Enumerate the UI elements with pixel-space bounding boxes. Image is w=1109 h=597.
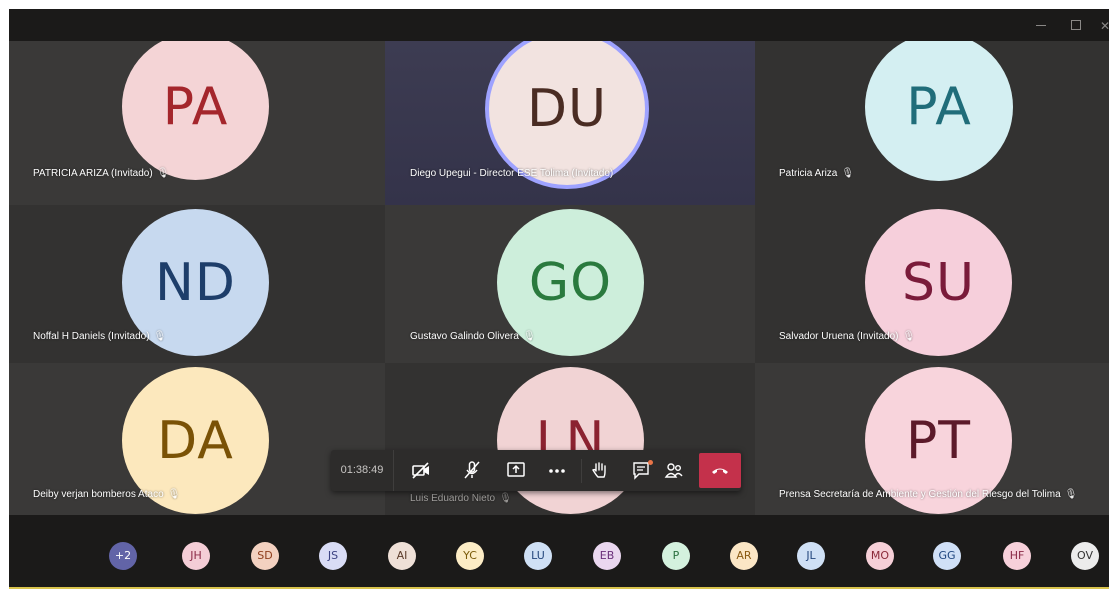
mic-off-icon: 🎙 [499, 493, 512, 504]
participant-name-label: Noffal H Daniels (Invitado) 🎙 [33, 331, 166, 342]
avatar: PA [122, 41, 269, 180]
close-icon[interactable] [1095, 15, 1109, 35]
participants-icon[interactable] [662, 459, 686, 483]
avatar-initials: +2 [114, 549, 132, 562]
avatar-initials: EB [599, 549, 615, 562]
participant-name-label: Deiby verjan bomberos Ataco 🎙 [33, 489, 180, 500]
avatar[interactable]: GG [933, 542, 961, 570]
avatar-initials: MO [870, 549, 890, 562]
avatar-initials: JS [327, 549, 339, 562]
avatar[interactable]: P [662, 542, 690, 570]
avatar[interactable]: YC [456, 542, 484, 570]
avatar-initials: DU [526, 79, 608, 139]
teams-meeting-window: PA PATRICIA ARIZA (Invitado)🎙 DU Diego U… [9, 9, 1109, 587]
participant-name: Deiby verjan bomberos Ataco [33, 489, 164, 500]
avatar-initials: HF [1009, 549, 1025, 562]
participant-name-label: Patricia Ariza 🎙 [779, 168, 854, 179]
overflow-participants-avatar[interactable]: +2 [109, 542, 137, 570]
participant-name: Noffal H Daniels (Invitado) [33, 331, 150, 342]
avatar: PA [865, 41, 1013, 181]
avatar-initials: YC [463, 549, 477, 562]
participant-tile[interactable]: SU Salvador Uruena (Invitado) 🎙 [755, 205, 1109, 363]
participant-name-label: Prensa Secretaría de Ambiente y Gestión … [779, 489, 1077, 500]
more-options-icon[interactable] [545, 459, 569, 483]
participant-tile[interactable]: ND Noffal H Daniels (Invitado) 🎙 [9, 205, 385, 363]
video-grid: PA PATRICIA ARIZA (Invitado) 🎙 DU Diego U… [9, 41, 1109, 515]
avatar-initials: PT [905, 410, 972, 471]
avatar[interactable]: MO [866, 542, 894, 570]
participant-tile[interactable]: PA PATRICIA ARIZA (Invitado) 🎙 [9, 41, 385, 205]
maximize-icon[interactable] [1065, 15, 1085, 35]
participant-tile[interactable]: LN Luis Eduardo Nieto 🎙 [385, 363, 755, 515]
avatar: DU [489, 41, 645, 185]
avatar[interactable]: LU [524, 542, 552, 570]
minimize-icon[interactable] [1031, 15, 1051, 35]
participant-tile[interactable]: PT Prensa Secretaría de Ambiente y Gesti… [755, 363, 1109, 515]
participant-name-label: Luis Eduardo Nieto 🎙 [410, 493, 512, 504]
share-screen-icon[interactable] [504, 459, 528, 483]
participant-name: Prensa Secretaría de Ambiente y Gestión … [779, 489, 1061, 500]
participant-name-label: PATRICIA ARIZA (Invitado) 🎙 [33, 168, 169, 179]
participant-tile[interactable]: DA Deiby verjan bomberos Ataco 🎙 [9, 363, 385, 515]
avatar[interactable]: HF [1003, 542, 1031, 570]
avatar-initials: AI [396, 549, 408, 562]
participant-tile-active[interactable]: DU Diego Upegui - Director ESE Tolima (I… [385, 41, 755, 205]
mic-off-icon: 🎙 [156, 168, 170, 179]
participant-name: Patricia Ariza [779, 168, 838, 179]
meeting-controls-bar: 01:38:49 [331, 450, 741, 491]
avatar-initials: P [672, 549, 680, 562]
participant-name-label: Diego Upegui - Director ESE Tolima (Invi… [410, 168, 613, 179]
avatar-initials: JH [190, 549, 202, 562]
avatar: LN [497, 367, 644, 514]
mic-off-icon: 🎙 [1064, 489, 1078, 500]
avatar[interactable]: JS [319, 542, 347, 570]
avatar-initials: PA [162, 76, 229, 137]
avatar[interactable]: SD [251, 542, 279, 570]
participant-name-label: Gustavo Galindo Olivera 🎙 [410, 331, 536, 342]
avatar-initials: LU [531, 549, 545, 562]
mic-off-icon: 🎙 [153, 331, 167, 342]
avatar-initials: JL [806, 549, 816, 562]
participant-name: Gustavo Galindo Olivera [410, 331, 519, 342]
hang-up-icon [712, 468, 728, 474]
mic-off-icon: 🎙 [522, 331, 536, 342]
participant-name: Salvador Uruena (Invitado) [779, 331, 899, 342]
avatar-initials: PA [906, 77, 972, 137]
avatar-initials: ND [155, 252, 236, 313]
meeting-timer: 01:38:49 [331, 450, 394, 491]
participant-name: Luis Eduardo Nieto [410, 493, 496, 504]
avatar[interactable]: JH [182, 542, 210, 570]
raise-hand-icon[interactable] [581, 459, 616, 483]
avatar-initials: GG [938, 549, 956, 562]
avatar[interactable]: AR [730, 542, 758, 570]
hang-up-button[interactable] [699, 453, 741, 488]
avatar-initials: GO [528, 252, 613, 313]
participant-name: Diego Upegui - Director ESE Tolima (Invi… [410, 168, 614, 179]
avatar-initials: OV [1077, 549, 1093, 562]
participant-tile[interactable]: PA Patricia Ariza 🎙 [755, 41, 1109, 205]
avatar[interactable]: EB [593, 542, 621, 570]
participant-tile[interactable]: GO Gustavo Galindo Olivera 🎙 [385, 205, 755, 363]
participant-strip: +2 JH SD JS AI YC LU EB P AR JL MO GG HF… [9, 515, 1109, 587]
mic-off-icon: 🎙 [841, 168, 855, 179]
mic-off-icon: 🎙 [902, 331, 916, 342]
mic-off-icon[interactable] [460, 459, 484, 483]
avatar-initials: SD [257, 549, 273, 562]
mic-off-icon: 🎙 [167, 489, 181, 500]
chat-icon[interactable] [629, 459, 653, 483]
participant-name: PATRICIA ARIZA (Invitado) [33, 168, 153, 179]
participant-name-label: Salvador Uruena (Invitado) 🎙 [779, 331, 915, 342]
window-bottom-border [9, 587, 1109, 589]
camera-off-icon[interactable] [409, 459, 433, 483]
avatar-initials: AR [736, 549, 752, 562]
title-bar [9, 9, 1109, 41]
avatar[interactable]: OV [1071, 542, 1099, 570]
avatar[interactable]: JL [797, 542, 825, 570]
avatar[interactable]: AI [388, 542, 416, 570]
avatar-initials: SU [901, 252, 976, 313]
chat-notification-dot [648, 460, 653, 465]
avatar-initials: DA [157, 410, 234, 471]
